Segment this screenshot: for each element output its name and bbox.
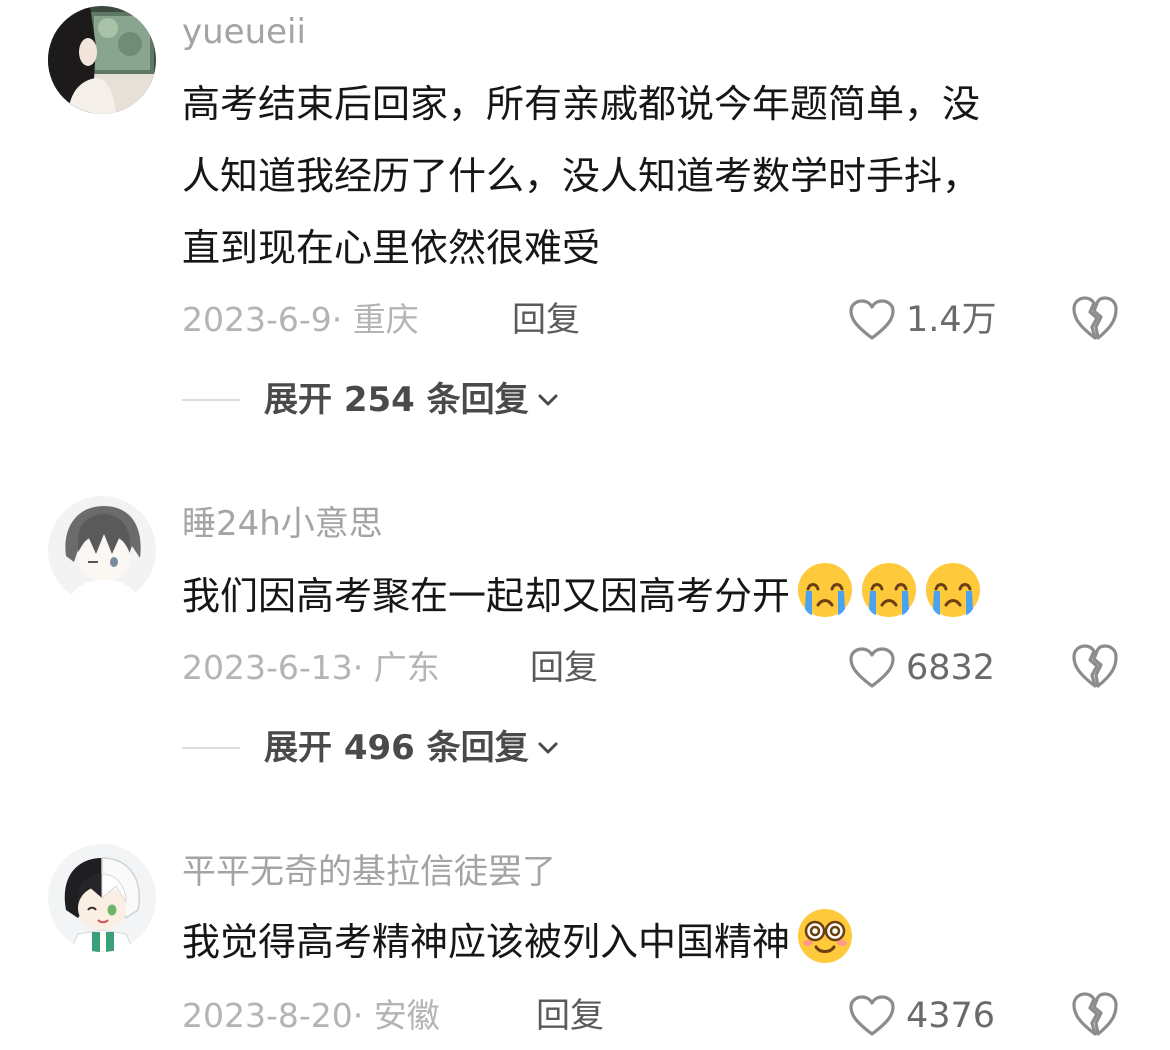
comment-text: 我觉得高考精神应该被列入中国精神 [182,906,854,978]
like-button[interactable]: 1.4万 [848,296,997,344]
chevron-down-icon [538,742,558,754]
comment-text: 我们因高考聚在一起却又因高考分开 [182,560,982,632]
dislike-button[interactable] [1070,642,1120,692]
divider [182,747,240,749]
comment-text-line: 我觉得高考精神应该被列入中国精神 [182,920,791,964]
broken-heart-icon [1072,296,1118,340]
expand-replies-label: 展开 496 条回复 [264,728,529,768]
divider [182,399,240,401]
reply-button[interactable]: 回复 [536,996,604,1036]
broken-heart-icon [1072,992,1118,1036]
avatar[interactable] [48,6,156,114]
reply-button[interactable]: 回复 [512,300,580,340]
like-button[interactable]: 4376 [848,992,995,1040]
reply-button[interactable]: 回复 [530,648,598,688]
comment-meta: 2023-6-13· 广东 [182,648,440,687]
avatar[interactable] [48,496,156,604]
heart-outline-icon [849,299,895,340]
crying-face-emoji [860,561,918,619]
like-count: 6832 [906,648,996,688]
crying-face-emoji [924,561,982,619]
broken-heart-icon [1072,644,1118,688]
comment-text-line: 人知道我经历了什么，没人知道考数学时手抖， [182,154,981,198]
heart-outline-icon [849,647,895,688]
comment-meta: 2023-6-9· 重庆 [182,300,419,339]
comment-meta: 2023-8-20· 安徽 [182,996,440,1035]
avatar[interactable] [48,844,156,952]
comment-text-line: 我们因高考聚在一起却又因高考分开 [182,574,791,618]
comment-text-line: 高考结束后回家，所有亲戚都说今年题简单，没 [182,82,981,126]
like-button[interactable]: 6832 [848,644,995,692]
comment-text: 高考结束后回家，所有亲戚都说今年题简单，没 人知道我经历了什么，没人知道考数学时… [182,68,980,284]
username[interactable]: yueueii [182,12,306,52]
chevron-down-icon [538,394,558,406]
dislike-button[interactable] [1070,990,1120,1040]
expand-replies-button[interactable]: 展开 496 条回复 [182,728,559,768]
dislike-button[interactable] [1070,294,1120,344]
like-count: 1.4万 [906,300,997,340]
crying-face-emoji [796,561,854,619]
dizzy-face-emoji [796,907,854,965]
like-count: 4376 [906,996,996,1036]
username[interactable]: 平平无奇的基拉信徒罢了 [182,852,556,892]
expand-replies-label: 展开 254 条回复 [264,380,529,420]
username[interactable]: 睡24h小意思 [182,504,383,544]
comment-text-line: 直到现在心里依然很难受 [182,226,601,270]
heart-outline-icon [849,995,895,1036]
expand-replies-button[interactable]: 展开 254 条回复 [182,380,559,420]
